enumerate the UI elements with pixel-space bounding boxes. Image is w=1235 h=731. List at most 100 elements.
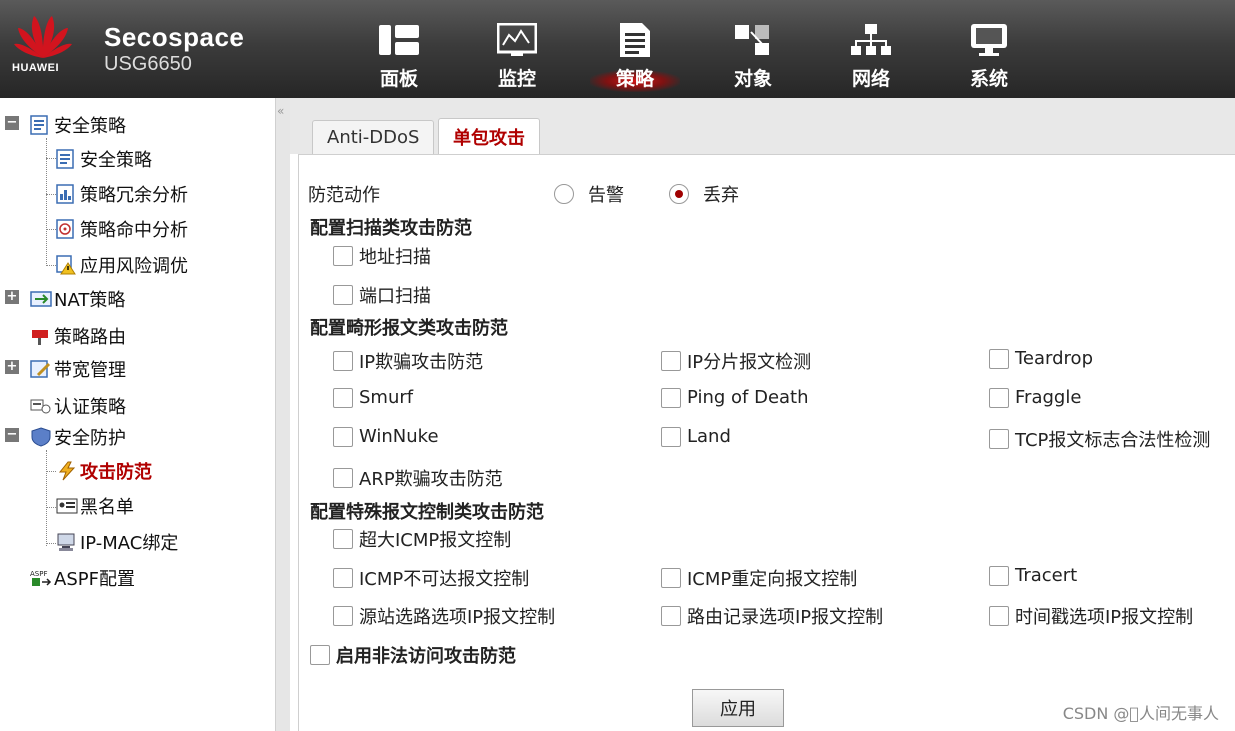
radio-drop[interactable]: 丢弃 <box>669 181 739 207</box>
sidebar-item-attack-defense[interactable]: 攻击防范 <box>56 456 152 486</box>
sidebar-item-blacklist[interactable]: 黑名单 <box>56 491 134 521</box>
checkbox-label: ARP欺骗攻击防范 <box>359 469 503 490</box>
radio-label: 告警 <box>588 185 624 206</box>
system-icon <box>969 22 1009 58</box>
checkbox-ip-spoofing[interactable]: IP欺骗攻击防范 <box>333 348 483 374</box>
policy-list-icon <box>56 149 76 169</box>
checkbox-port-scan[interactable]: 端口扫描 <box>333 282 431 308</box>
lightning-icon <box>56 461 76 481</box>
radio-button[interactable] <box>554 184 574 204</box>
sidebar-item-security-protection[interactable]: 安全防护 <box>30 422 126 452</box>
checkbox-large-icmp[interactable]: 超大ICMP报文控制 <box>333 526 511 552</box>
checkbox-winnuke[interactable]: WinNuke <box>333 426 439 447</box>
tab-single-packet-attack[interactable]: 单包攻击 <box>438 118 540 154</box>
sidebar-item-policy-redundancy[interactable]: 策略冗余分析 <box>56 179 188 209</box>
checkbox-icmp-unreachable[interactable]: ICMP不可达报文控制 <box>333 565 529 591</box>
checkbox-label: 启用非法访问攻击防范 <box>336 646 516 667</box>
radio-alert[interactable]: 告警 <box>554 181 624 207</box>
checkbox[interactable] <box>661 606 681 626</box>
checkbox[interactable] <box>333 387 353 408</box>
checkbox[interactable] <box>333 426 353 447</box>
tree-connector <box>46 507 56 508</box>
nav-policy[interactable]: 策略 <box>576 0 694 98</box>
expand-toggle[interactable]: + <box>5 290 19 304</box>
monitor-icon <box>497 22 537 58</box>
checkbox-label: 路由记录选项IP报文控制 <box>687 607 884 628</box>
sidebar-item-label: 带宽管理 <box>54 360 126 381</box>
nav-label: 网络 <box>851 68 890 90</box>
checkbox-address-scan[interactable]: 地址扫描 <box>333 243 431 269</box>
sidebar-item-app-risk[interactable]: 应用风险调优 <box>56 250 188 280</box>
checkbox[interactable] <box>661 426 681 447</box>
checkbox-label: Teardrop <box>1015 348 1093 369</box>
checkbox[interactable] <box>310 645 330 665</box>
sidebar-item-ip-mac[interactable]: IP-MAC绑定 <box>56 527 178 557</box>
checkbox[interactable] <box>989 565 1009 586</box>
checkbox[interactable] <box>989 348 1009 369</box>
checkbox-arp-spoofing[interactable]: ARP欺骗攻击防范 <box>333 465 503 491</box>
collapse-toggle[interactable]: − <box>5 428 19 442</box>
checkbox[interactable] <box>661 351 681 371</box>
checkbox[interactable] <box>333 285 353 305</box>
sidebar-item-bandwidth[interactable]: 带宽管理 <box>30 354 126 384</box>
nav-objects[interactable]: 对象 <box>694 0 812 98</box>
checkbox-label: Land <box>687 426 731 447</box>
collapse-toggle[interactable]: − <box>5 116 19 130</box>
nav-monitor[interactable]: 监控 <box>458 0 576 98</box>
checkbox-label: 超大ICMP报文控制 <box>359 530 512 551</box>
checkbox-land[interactable]: Land <box>661 426 731 447</box>
checkbox-source-route[interactable]: 源站选路选项IP报文控制 <box>333 603 555 629</box>
sidebar-item-label: 黑名单 <box>80 497 134 518</box>
warning-icon <box>56 255 76 275</box>
nav-dashboard[interactable]: 面板 <box>340 0 458 98</box>
checkbox-smurf[interactable]: Smurf <box>333 387 413 408</box>
sidebar-item-security-policy[interactable]: 安全策略 <box>30 110 126 140</box>
checkbox[interactable] <box>989 606 1009 626</box>
sidebar-item-aspf[interactable]: ASPF ASPF配置 <box>30 563 135 593</box>
expand-toggle[interactable]: + <box>5 360 19 374</box>
tree-connector <box>46 450 47 546</box>
checkbox[interactable] <box>661 568 681 588</box>
tree-connector <box>46 194 56 195</box>
checkbox[interactable] <box>989 387 1009 408</box>
svg-text:ASPF: ASPF <box>30 570 47 578</box>
checkbox-record-route[interactable]: 路由记录选项IP报文控制 <box>661 603 883 629</box>
nav-system[interactable]: 系统 <box>930 0 1048 98</box>
sidebar-item-nat-policy[interactable]: NAT策略 <box>30 284 125 314</box>
huawei-logo: HUAWEI <box>8 10 80 80</box>
sidebar-item-label: 策略命中分析 <box>80 220 188 241</box>
blacklist-icon <box>56 496 78 516</box>
tree-connector <box>46 265 56 266</box>
tab-anti-ddos[interactable]: Anti-DDoS <box>312 120 435 154</box>
checkbox-tcp-flag[interactable]: TCP报文标志合法性检测 <box>989 426 1210 452</box>
checkbox-ping-of-death[interactable]: Ping of Death <box>661 387 809 408</box>
auth-icon <box>30 396 51 416</box>
checkbox[interactable] <box>333 468 353 488</box>
sidebar-splitter[interactable] <box>275 98 290 731</box>
collapse-sidebar-icon[interactable]: « <box>277 104 284 118</box>
checkbox-label: TCP报文标志合法性检测 <box>1015 430 1211 451</box>
checkbox-timestamp[interactable]: 时间戳选项IP报文控制 <box>989 603 1193 629</box>
nav-network[interactable]: 网络 <box>812 0 930 98</box>
checkbox[interactable] <box>333 246 353 266</box>
checkbox-label: 端口扫描 <box>359 286 431 307</box>
checkbox[interactable] <box>661 387 681 408</box>
dashboard-icon <box>379 22 419 58</box>
checkbox[interactable] <box>333 529 353 549</box>
radio-button[interactable] <box>669 184 689 204</box>
checkbox-fraggle[interactable]: Fraggle <box>989 387 1081 408</box>
checkbox[interactable] <box>333 568 353 588</box>
sidebar-item-auth-policy[interactable]: 认证策略 <box>30 391 126 421</box>
checkbox-illegal-access[interactable]: 启用非法访问攻击防范 <box>310 642 516 668</box>
checkbox[interactable] <box>333 351 353 371</box>
apply-button[interactable]: 应用 <box>692 689 784 727</box>
checkbox[interactable] <box>333 606 353 626</box>
sidebar-item-security-policy-child[interactable]: 安全策略 <box>56 144 152 174</box>
checkbox[interactable] <box>989 429 1009 449</box>
sidebar-item-policy-hit[interactable]: 策略命中分析 <box>56 214 188 244</box>
checkbox-tracert[interactable]: Tracert <box>989 565 1077 586</box>
sidebar-item-policy-route[interactable]: 策略路由 <box>30 321 126 351</box>
checkbox-ip-fragment[interactable]: IP分片报文检测 <box>661 348 811 374</box>
checkbox-teardrop[interactable]: Teardrop <box>989 348 1093 369</box>
checkbox-icmp-redirect[interactable]: ICMP重定向报文控制 <box>661 565 857 591</box>
